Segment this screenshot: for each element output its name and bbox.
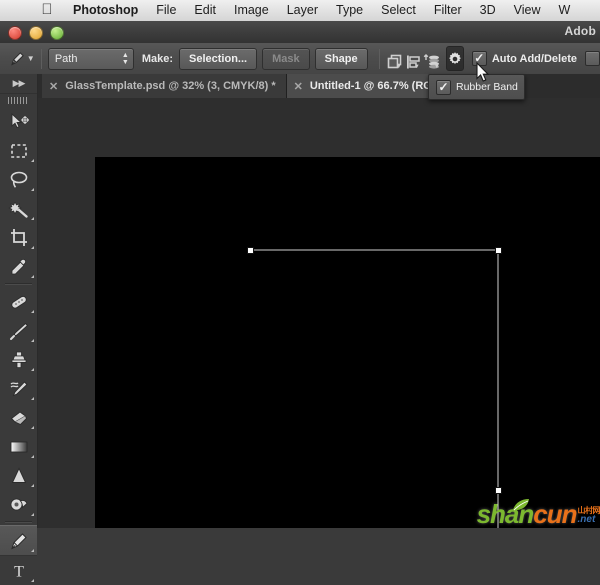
- menu-window[interactable]: W: [550, 0, 580, 21]
- options-bar: ▼ Path ▲▼ Make: Selection... Mask Shape …: [0, 43, 600, 75]
- svg-text:T: T: [14, 563, 24, 580]
- window-title: Adob: [565, 24, 596, 38]
- tools-panel-grip[interactable]: [0, 94, 37, 107]
- menu-layer[interactable]: Layer: [278, 0, 327, 21]
- make-label: Make:: [142, 53, 173, 65]
- tool-corner-icon: [31, 484, 34, 487]
- zoom-button[interactable]: [50, 26, 64, 40]
- crop-tool[interactable]: [0, 223, 37, 252]
- rubber-band-label: Rubber Band: [456, 81, 518, 93]
- menu-type[interactable]: Type: [327, 0, 372, 21]
- brush-tool[interactable]: [0, 316, 37, 345]
- make-selection-button[interactable]: Selection...: [179, 48, 257, 70]
- clone-stamp-tool[interactable]: [0, 345, 37, 374]
- auto-add-delete-checkbox[interactable]: ✓ Auto Add/Delete: [472, 51, 577, 66]
- move-tool[interactable]: [0, 107, 37, 136]
- options-bar-grip[interactable]: [2, 48, 5, 70]
- menu-image[interactable]: Image: [225, 0, 278, 21]
- menu-file[interactable]: File: [147, 0, 185, 21]
- rubber-band-checkbox[interactable]: ✓: [436, 80, 451, 95]
- auto-add-delete-label: Auto Add/Delete: [492, 53, 577, 65]
- rubber-band-flyout[interactable]: ✓ Rubber Band: [428, 74, 525, 100]
- close-button[interactable]: [8, 26, 22, 40]
- path-anchor-point[interactable]: [247, 247, 254, 254]
- tool-corner-icon: [31, 246, 34, 249]
- double-chevron-icon: ▶▶: [13, 78, 25, 89]
- vector-path: [95, 157, 600, 528]
- tool-corner-icon: [31, 368, 34, 371]
- close-icon[interactable]: ✕: [49, 80, 58, 93]
- eraser-tool[interactable]: [0, 403, 37, 432]
- path-alignment-icon[interactable]: ▼: [404, 47, 422, 71]
- menu-filter[interactable]: Filter: [425, 0, 471, 21]
- photoshop-window:  Photoshop File Edit Image Layer Type S…: [0, 0, 600, 528]
- tab-label: Untitled-1 @ 66.7% (RGB,: [310, 80, 443, 92]
- tool-corner-icon: [31, 455, 34, 458]
- path-anchor-point[interactable]: [495, 247, 502, 254]
- tool-corner-icon: [31, 397, 34, 400]
- make-shape-button[interactable]: Shape: [315, 48, 368, 70]
- divider: [379, 49, 380, 69]
- menu-edit[interactable]: Edit: [185, 0, 225, 21]
- macos-menu-bar:  Photoshop File Edit Image Layer Type S…: [0, 0, 600, 22]
- make-mask-button[interactable]: Mask: [262, 48, 310, 70]
- gear-icon[interactable]: [446, 46, 464, 71]
- eyedropper-tool[interactable]: [0, 252, 37, 281]
- path-arrangement-icon[interactable]: ▼: [422, 47, 442, 71]
- menu-view[interactable]: View: [505, 0, 550, 21]
- gradient-tool[interactable]: [0, 432, 37, 461]
- document-canvas[interactable]: shan cun 山村网 .net: [95, 157, 600, 528]
- tools-divider: [5, 283, 32, 285]
- tab-label: GlassTemplate.psd @ 32% (3, CMYK/8) *: [65, 80, 275, 92]
- healing-brush-tool[interactable]: [0, 287, 37, 316]
- blur-tool[interactable]: [0, 461, 37, 490]
- chevron-down-icon: ▼: [396, 64, 402, 70]
- type-tool[interactable]: T: [0, 556, 37, 585]
- history-brush-tool[interactable]: [0, 374, 37, 403]
- path-mode-value: Path: [55, 53, 78, 65]
- tab-glasstemplate[interactable]: ✕ GlassTemplate.psd @ 32% (3, CMYK/8) *: [42, 74, 287, 98]
- app-title-bar: Adob: [0, 21, 600, 44]
- tool-corner-icon: [31, 579, 34, 582]
- checkbox-box: ✓: [472, 51, 487, 66]
- tools-divider: [5, 521, 32, 523]
- apple-logo-icon[interactable]: : [34, 3, 60, 18]
- divider: [41, 49, 42, 69]
- path-operations-icon[interactable]: ▼: [386, 47, 404, 71]
- check-icon: ✓: [438, 82, 448, 93]
- tool-corner-icon: [31, 275, 34, 278]
- tool-corner-icon: [31, 549, 34, 552]
- check-icon: ✓: [474, 53, 484, 64]
- tool-corner-icon: [31, 310, 34, 313]
- menu-photoshop[interactable]: Photoshop: [64, 0, 147, 21]
- menu-3d[interactable]: 3D: [471, 0, 505, 21]
- tools-panel: ▶▶: [0, 74, 38, 528]
- lasso-tool[interactable]: [0, 165, 37, 194]
- pen-tool[interactable]: [0, 525, 37, 556]
- chevron-down-icon: ▼: [434, 64, 440, 70]
- menu-select[interactable]: Select: [372, 0, 425, 21]
- minimize-button[interactable]: [29, 26, 43, 40]
- path-anchor-point[interactable]: [495, 487, 502, 494]
- tool-corner-icon: [31, 188, 34, 191]
- tools-panel-collapse[interactable]: ▶▶: [0, 74, 37, 94]
- rectangular-marquee-tool[interactable]: [0, 136, 37, 165]
- tool-corner-icon: [31, 217, 34, 220]
- close-icon[interactable]: ✕: [294, 80, 303, 93]
- window-controls: [8, 26, 64, 40]
- tool-corner-icon: [31, 159, 34, 162]
- pen-tool-icon[interactable]: [8, 47, 27, 71]
- tool-corner-icon: [31, 513, 34, 516]
- stepper-icon: ▲▼: [122, 52, 129, 66]
- tool-corner-icon: [31, 426, 34, 429]
- chevron-down-icon: ▼: [414, 64, 420, 70]
- chevron-down-icon[interactable]: ▼: [27, 47, 35, 71]
- checkbox-box: [585, 51, 600, 66]
- workspace: shan cun 山村网 .net: [37, 98, 600, 528]
- tool-corner-icon: [31, 339, 34, 342]
- extra-checkbox[interactable]: [585, 51, 600, 66]
- dodge-tool[interactable]: [0, 490, 37, 519]
- magic-wand-tool[interactable]: [0, 194, 37, 223]
- path-mode-select[interactable]: Path ▲▼: [48, 48, 134, 70]
